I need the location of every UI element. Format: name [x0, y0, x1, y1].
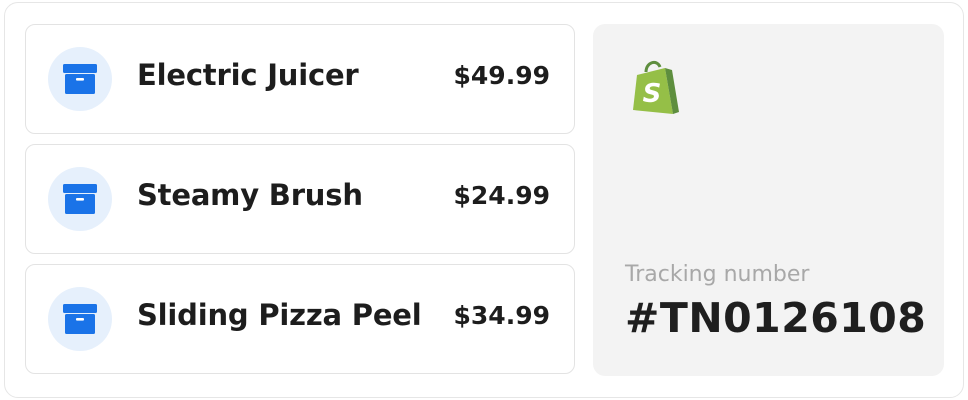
tracking-panel: S Tracking number #TN0126108	[593, 24, 944, 376]
package-icon	[48, 287, 112, 351]
item-name: Sliding Pizza Peel	[137, 298, 422, 332]
item-name: Steamy Brush	[137, 178, 363, 212]
item-price: $49.99	[453, 61, 550, 90]
list-item: Electric Juicer $49.99	[25, 24, 575, 134]
list-item: Steamy Brush $24.99	[25, 144, 575, 254]
shopify-bag-icon: S	[631, 58, 683, 120]
tracking-number: #TN0126108	[625, 294, 927, 342]
list-item: Sliding Pizza Peel $34.99	[25, 264, 575, 374]
logo-letter: S	[643, 79, 662, 109]
package-icon	[48, 47, 112, 111]
tracking-label: Tracking number	[625, 262, 810, 287]
item-price: $34.99	[453, 301, 550, 330]
item-name: Electric Juicer	[137, 58, 359, 92]
package-icon	[48, 167, 112, 231]
item-price: $24.99	[453, 181, 550, 210]
